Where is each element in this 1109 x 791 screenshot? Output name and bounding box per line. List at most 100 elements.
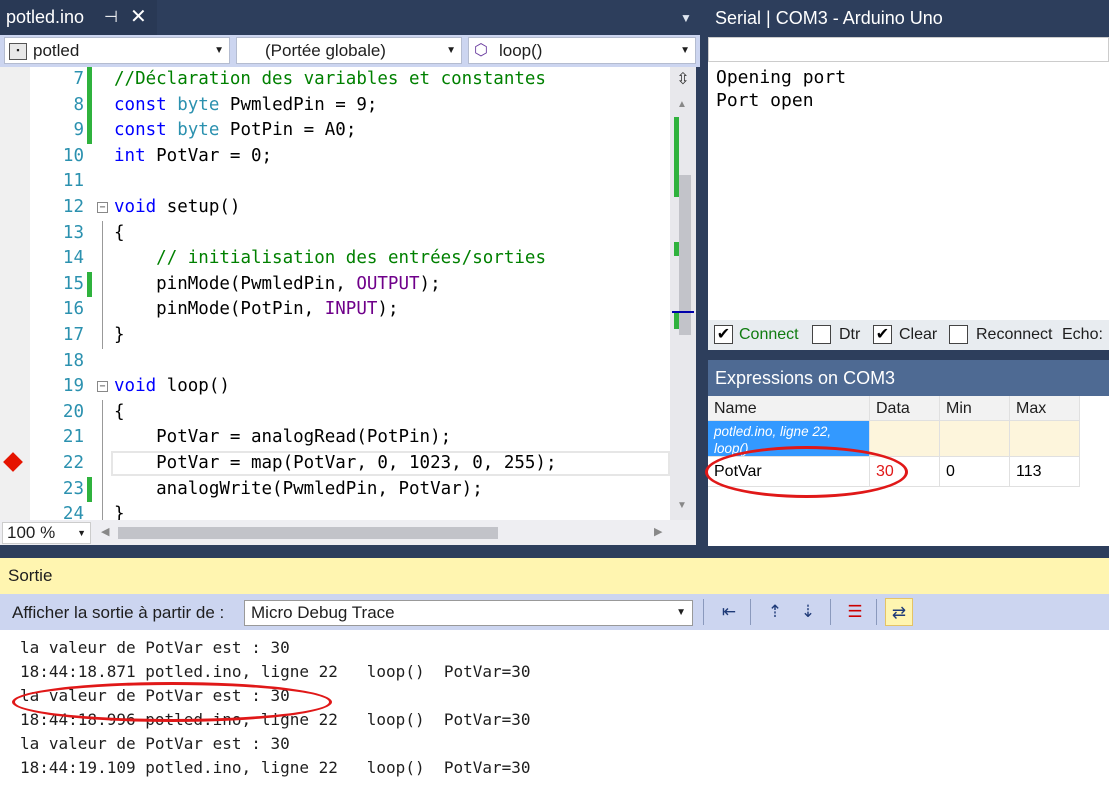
connect-checkbox[interactable]: ✔ xyxy=(714,325,733,344)
line-number: 12 xyxy=(62,197,84,217)
collapse-icon[interactable]: − xyxy=(97,381,108,393)
member-dropdown[interactable]: ⬡ loop() ▼ xyxy=(468,37,696,64)
column-header-min[interactable]: Min xyxy=(940,396,1010,421)
code-line[interactable]: 21 PotVar = analogRead(PotPin); xyxy=(0,425,670,451)
word-wrap-toggle-icon[interactable]: ⇄ xyxy=(885,598,913,626)
chevron-down-icon: ▼ xyxy=(676,607,686,618)
output-line: la valeur de PotVar est : 30 xyxy=(20,734,290,753)
variable-min-cell: 0 xyxy=(940,457,1010,487)
code-line[interactable]: 16 pinMode(PotPin, INPUT); xyxy=(0,297,670,323)
code-line[interactable]: 18 xyxy=(0,349,670,375)
zoom-dropdown[interactable]: 100 % ▼ xyxy=(2,522,91,544)
change-marker xyxy=(87,476,92,503)
code-line[interactable]: 10 int PotVar = 0; xyxy=(0,144,670,170)
code-line[interactable]: 13 { xyxy=(0,220,670,247)
output-line: la valeur de PotVar est : 30 xyxy=(20,638,290,657)
line-number: 20 xyxy=(62,401,84,422)
scope-dropdown[interactable]: (Portée globale) ▼ xyxy=(236,37,462,64)
code-line[interactable]: 14 // initialisation des entrées/sorties xyxy=(0,246,670,272)
close-icon[interactable]: ✕ xyxy=(130,0,147,35)
outline-guide xyxy=(102,476,103,503)
variable-max-cell: 113 xyxy=(1010,457,1080,487)
output-line: 18:44:19.109 potled.ino, ligne 22 loop()… xyxy=(20,758,531,777)
code-line[interactable]: 9 const byte PotPin = A0; xyxy=(0,118,670,144)
scroll-right-icon[interactable]: ▶ xyxy=(654,525,662,538)
line-number: 16 xyxy=(62,299,84,320)
output-line: 18:44:18.871 potled.ino, ligne 22 loop()… xyxy=(20,662,531,681)
serial-send-input[interactable] xyxy=(708,37,1109,62)
code-text: void setup() xyxy=(114,197,241,217)
code-line[interactable]: 8 const byte PwmledPin = 9; xyxy=(0,92,670,119)
expressions-panel-title: Expressions on COM3 xyxy=(708,360,1109,396)
change-marker xyxy=(674,117,679,197)
dtr-checkbox[interactable] xyxy=(812,325,831,344)
line-number: 13 xyxy=(62,222,84,243)
code-line[interactable]: 20 { xyxy=(0,399,670,426)
project-dropdown[interactable]: ▪ potled ▼ xyxy=(4,37,230,64)
code-line[interactable]: 7 //Déclaration des variables et constant… xyxy=(0,67,670,93)
column-header-data[interactable]: Data xyxy=(870,396,940,421)
clear-checkbox[interactable]: ✔ xyxy=(873,325,892,344)
change-marker xyxy=(87,67,92,93)
chevron-down-icon: ▼ xyxy=(680,45,690,56)
find-message-in-code-icon[interactable]: ⇤ xyxy=(715,598,743,626)
output-source-dropdown[interactable]: Micro Debug Trace ▼ xyxy=(244,600,693,626)
change-marker xyxy=(674,313,679,329)
code-text: const byte PwmledPin = 9; xyxy=(114,94,378,115)
project-name: potled xyxy=(33,41,80,60)
editor-vertical-scrollbar[interactable]: ⇳ ▲ ▼ xyxy=(670,67,696,520)
column-header-max[interactable]: Max xyxy=(1010,396,1080,421)
previous-message-icon[interactable]: ⇡ xyxy=(761,598,789,626)
change-marker xyxy=(87,271,92,298)
code-line[interactable]: 19 − void loop() xyxy=(0,374,670,400)
outline-guide xyxy=(102,220,103,247)
code-line[interactable]: 17} xyxy=(0,323,670,349)
line-number: 11 xyxy=(62,171,84,192)
toolbar-separator xyxy=(750,599,751,625)
reconnect-checkbox[interactable] xyxy=(949,325,968,344)
line-number: 14 xyxy=(62,248,84,269)
toolbar-separator xyxy=(830,599,831,625)
collapse-icon[interactable]: − xyxy=(97,202,108,213)
column-header-name[interactable]: Name xyxy=(708,396,870,421)
tab-list-dropdown-icon[interactable]: ▼ xyxy=(676,8,696,28)
line-number: 9 xyxy=(73,120,84,141)
code-line[interactable]: 15 pinMode(PwmledPin, OUTPUT); xyxy=(0,271,670,298)
code-line[interactable]: 11 xyxy=(0,169,670,195)
outline-guide xyxy=(102,451,103,477)
pin-icon[interactable]: ⊣ xyxy=(104,0,118,35)
code-line[interactable]: 24} xyxy=(0,502,670,520)
code-text: //Déclaration des variables et constante… xyxy=(114,69,546,89)
horizontal-scroll-thumb[interactable] xyxy=(118,527,498,539)
scroll-up-icon[interactable]: ▲ xyxy=(677,99,687,110)
document-tab-title: potled.ino xyxy=(6,7,85,27)
code-text: pinMode(PwmledPin, OUTPUT); xyxy=(114,273,441,294)
outline-guide xyxy=(102,271,103,298)
scope-name: (Portée globale) xyxy=(265,41,386,60)
highlight-ellipse xyxy=(705,446,908,498)
clear-all-icon[interactable]: ☰ xyxy=(841,598,869,626)
output-panel-title: Sortie xyxy=(0,558,1109,594)
dtr-label: Dtr xyxy=(839,326,861,343)
split-window-icon[interactable]: ⇳ xyxy=(674,71,692,89)
code-text: } xyxy=(114,504,125,520)
member-name: loop() xyxy=(499,41,543,60)
line-number: 22 xyxy=(62,453,84,473)
next-message-icon[interactable]: ⇣ xyxy=(794,598,822,626)
code-text: { xyxy=(114,222,125,243)
code-line[interactable]: 23 analogWrite(PwmledPin, PotVar); xyxy=(0,476,670,503)
change-marker xyxy=(87,92,92,119)
code-line[interactable]: 12 − void setup() xyxy=(0,195,670,221)
caret-position-marker xyxy=(672,311,694,313)
document-tab[interactable]: potled.ino ⊣ ✕ xyxy=(0,0,157,35)
chevron-down-icon: ▼ xyxy=(214,45,224,56)
code-text: pinMode(PotPin, INPUT); xyxy=(114,299,399,320)
highlight-ellipse xyxy=(12,682,332,722)
chevron-down-icon: ▼ xyxy=(77,528,86,538)
context-max-cell xyxy=(1010,421,1080,457)
toolbar-separator xyxy=(876,599,877,625)
scroll-down-icon[interactable]: ▼ xyxy=(677,500,687,511)
outline-guide xyxy=(102,425,103,451)
scroll-left-icon[interactable]: ◀ xyxy=(101,525,109,538)
context-data-cell xyxy=(870,421,940,457)
